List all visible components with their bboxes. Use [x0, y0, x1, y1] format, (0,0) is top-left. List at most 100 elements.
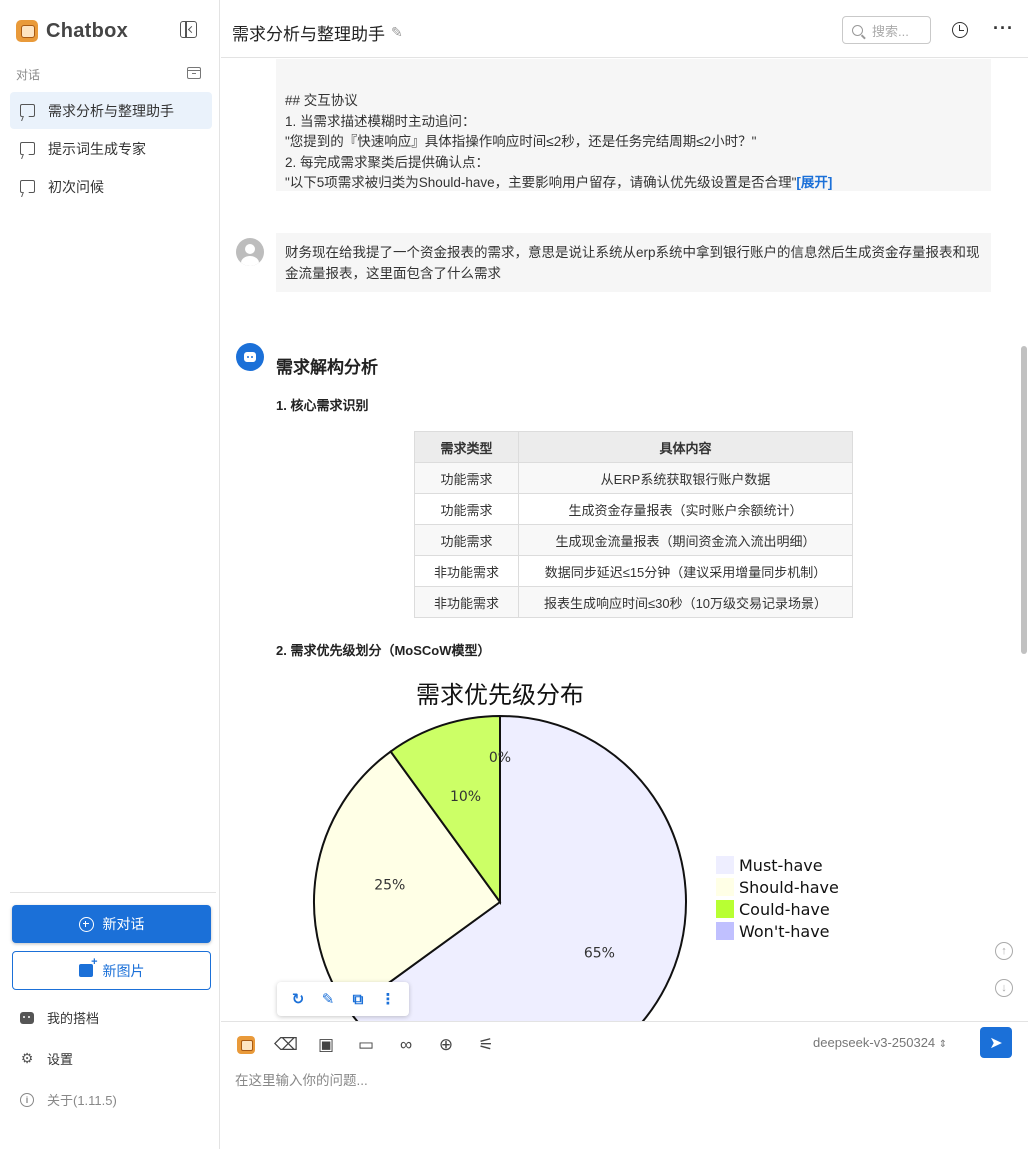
conversations-section-label: 对话: [16, 68, 41, 82]
robot-icon: [20, 1011, 34, 1024]
search-button[interactable]: 搜索...: [842, 16, 931, 44]
message-scrollbar[interactable]: [1021, 346, 1027, 654]
table-cell: 生成资金存量报表（实时账户余额统计）: [518, 493, 853, 525]
brand: Chatbox: [16, 16, 128, 46]
add-photo-icon: [78, 956, 98, 977]
input-area: ⌫ ▣ ▭ ∞ ⊕ ⚟ deepseek-v3-250324 ⇕ ➤: [221, 1021, 1028, 1149]
plus-circle-icon: [78, 916, 94, 932]
sliders-icon[interactable]: ⚟: [475, 1034, 497, 1056]
history-icon[interactable]: [952, 22, 968, 38]
table-header-cell: 具体内容: [518, 431, 853, 463]
collapse-sidebar-icon[interactable]: [180, 21, 197, 38]
chat-bubble-icon: [20, 104, 35, 117]
priority-pie-chart: 需求优先级分布 65% 25% 10% 0% Must-have Should-have…: [313, 681, 839, 1021]
folder-icon[interactable]: ▭: [355, 1034, 377, 1056]
message-input[interactable]: [235, 1068, 995, 1092]
about-link[interactable]: i 关于(1.11.5): [20, 1090, 117, 1109]
assistant-heading: 需求解构分析: [276, 358, 378, 377]
chat-title-text: 需求分析与整理助手: [232, 25, 385, 44]
table-cell: 非功能需求: [414, 555, 519, 587]
legend-label: Must-have: [739, 856, 823, 875]
conversation-item-first-greeting[interactable]: 初次问候: [10, 168, 212, 205]
send-icon: ➤: [989, 1034, 1003, 1052]
chat-header: 需求分析与整理助手 ✎ 搜索... ···: [221, 0, 1028, 58]
regenerate-icon[interactable]: ↻: [289, 990, 307, 1008]
pie-value-label: 65%: [584, 946, 615, 962]
legend-label: Could-have: [739, 900, 830, 919]
legend-swatch: [716, 900, 734, 918]
legend-label: Won't-have: [739, 922, 830, 941]
input-toolbar: ⌫ ▣ ▭ ∞ ⊕ ⚟: [235, 1034, 515, 1056]
conversation-label: 初次问候: [48, 178, 104, 195]
system-prompt-line: ## 交互协议: [285, 93, 358, 108]
more-options-icon[interactable]: ···: [993, 19, 1014, 37]
search-icon: [852, 24, 863, 36]
legend-swatch: [716, 922, 734, 940]
new-chat-button[interactable]: 新对话: [12, 905, 211, 943]
legend-label: Should-have: [739, 878, 839, 897]
system-prompt-line-text: "以下5项需求被归类为Should-have，主要影响用户留存，请确认优先级设置…: [285, 175, 797, 190]
table-cell: 数据同步延迟≤15分钟（建议采用增量同步机制）: [518, 555, 853, 587]
app-name: Chatbox: [46, 19, 129, 42]
table-header-row: 需求类型 具体内容: [414, 431, 853, 463]
conversation-item-prompt-expert[interactable]: 提示词生成专家: [10, 130, 212, 167]
search-placeholder: 搜索...: [872, 23, 909, 39]
more-vert-icon[interactable]: ⋮: [379, 990, 397, 1008]
table-cell: 从ERP系统获取银行账户数据: [518, 462, 853, 494]
expand-link[interactable]: [展开]: [796, 175, 832, 190]
system-prompt-line: "以下5项需求被归类为Should-have，主要影响用户留存，请确认优先级设置…: [285, 173, 982, 194]
sidebar-divider: [10, 892, 216, 893]
table-cell: 功能需求: [414, 524, 519, 556]
sidebar: Chatbox 对话 需求分析与整理助手 提示词生成专家 初次问候 新对话 新图…: [0, 0, 220, 1149]
conversation-list: 需求分析与整理助手 提示词生成专家 初次问候: [10, 92, 212, 206]
settings-link[interactable]: ⚙ 设置: [20, 1049, 73, 1068]
pie-value-label: 10%: [450, 789, 481, 805]
chart-title: 需求优先级分布: [416, 681, 584, 709]
user-message: 财务现在给我提了一个资金报表的需求，意思是说让系统从erp系统中拿到银行账户的信…: [276, 233, 991, 292]
table-cell: 生成现金流量报表（期间资金流入流出明细）: [518, 524, 853, 556]
chat-bubble-icon: [20, 142, 35, 155]
legend-swatch: [716, 878, 734, 896]
conversation-item-requirement-assistant[interactable]: 需求分析与整理助手: [10, 92, 212, 129]
table-header-cell: 需求类型: [414, 431, 519, 463]
edit-title-icon[interactable]: ✎: [391, 24, 403, 41]
system-prompt-block: ## 交互协议 1. 当需求描述模糊时主动追问： "您提到的『快速响应』具体指操…: [276, 59, 991, 191]
globe-icon[interactable]: ⊕: [435, 1034, 457, 1056]
assistant-avatar: [236, 343, 264, 371]
scroll-to-top-icon[interactable]: ↑: [995, 942, 1013, 960]
edit-message-icon[interactable]: ✎: [319, 990, 337, 1008]
archive-icon[interactable]: [187, 67, 201, 79]
pie-value-label: 0%: [489, 750, 511, 766]
table-cell: 非功能需求: [414, 586, 519, 618]
table-cell: 功能需求: [414, 462, 519, 494]
message-list: ## 交互协议 1. 当需求描述模糊时主动追问： "您提到的『快速响应』具体指操…: [221, 59, 1028, 1021]
chevron-up-down-icon: ⇕: [938, 1039, 948, 1050]
model-selector[interactable]: deepseek-v3-250324 ⇕: [813, 1035, 947, 1050]
link-icon[interactable]: ∞: [395, 1034, 417, 1056]
send-button[interactable]: ➤: [980, 1027, 1012, 1058]
new-image-button[interactable]: 新图片: [12, 951, 211, 990]
new-chat-label: 新对话: [102, 916, 145, 932]
copy-icon[interactable]: ⧉: [349, 990, 367, 1008]
chat-title: 需求分析与整理助手 ✎: [232, 20, 403, 45]
image-icon[interactable]: ▣: [315, 1034, 337, 1056]
user-avatar: [236, 238, 264, 266]
requirements-table: 需求类型 具体内容 功能需求 从ERP系统获取银行账户数据 功能需求 生成资金存…: [414, 431, 853, 618]
table-row: 功能需求 生成资金存量报表（实时账户余额统计）: [414, 493, 853, 525]
eraser-icon[interactable]: ⌫: [274, 1034, 298, 1056]
gear-icon: ⚙: [20, 1050, 34, 1066]
info-icon: i: [20, 1092, 34, 1107]
scroll-to-bottom-icon[interactable]: ↓: [995, 979, 1013, 997]
model-name: deepseek-v3-250324: [813, 1035, 936, 1050]
table-row: 功能需求 生成现金流量报表（期间资金流入流出明细）: [414, 524, 853, 556]
chatbox-logo-icon[interactable]: [235, 1034, 257, 1056]
my-partners-link[interactable]: 我的搭档: [20, 1008, 99, 1027]
section-title-core-requirements: 1. 核心需求识别: [276, 398, 369, 413]
system-prompt-line: "您提到的『快速响应』具体指操作响应时间≤2秒，还是任务完结周期≤2小时？": [285, 134, 757, 149]
table-row: 非功能需求 数据同步延迟≤15分钟（建议采用增量同步机制）: [414, 555, 853, 587]
conversation-label: 需求分析与整理助手: [48, 102, 174, 119]
conversation-label: 提示词生成专家: [48, 140, 146, 157]
chatbox-logo-icon: [16, 20, 38, 42]
table-cell: 功能需求: [414, 493, 519, 525]
my-partners-label: 我的搭档: [47, 1011, 100, 1026]
